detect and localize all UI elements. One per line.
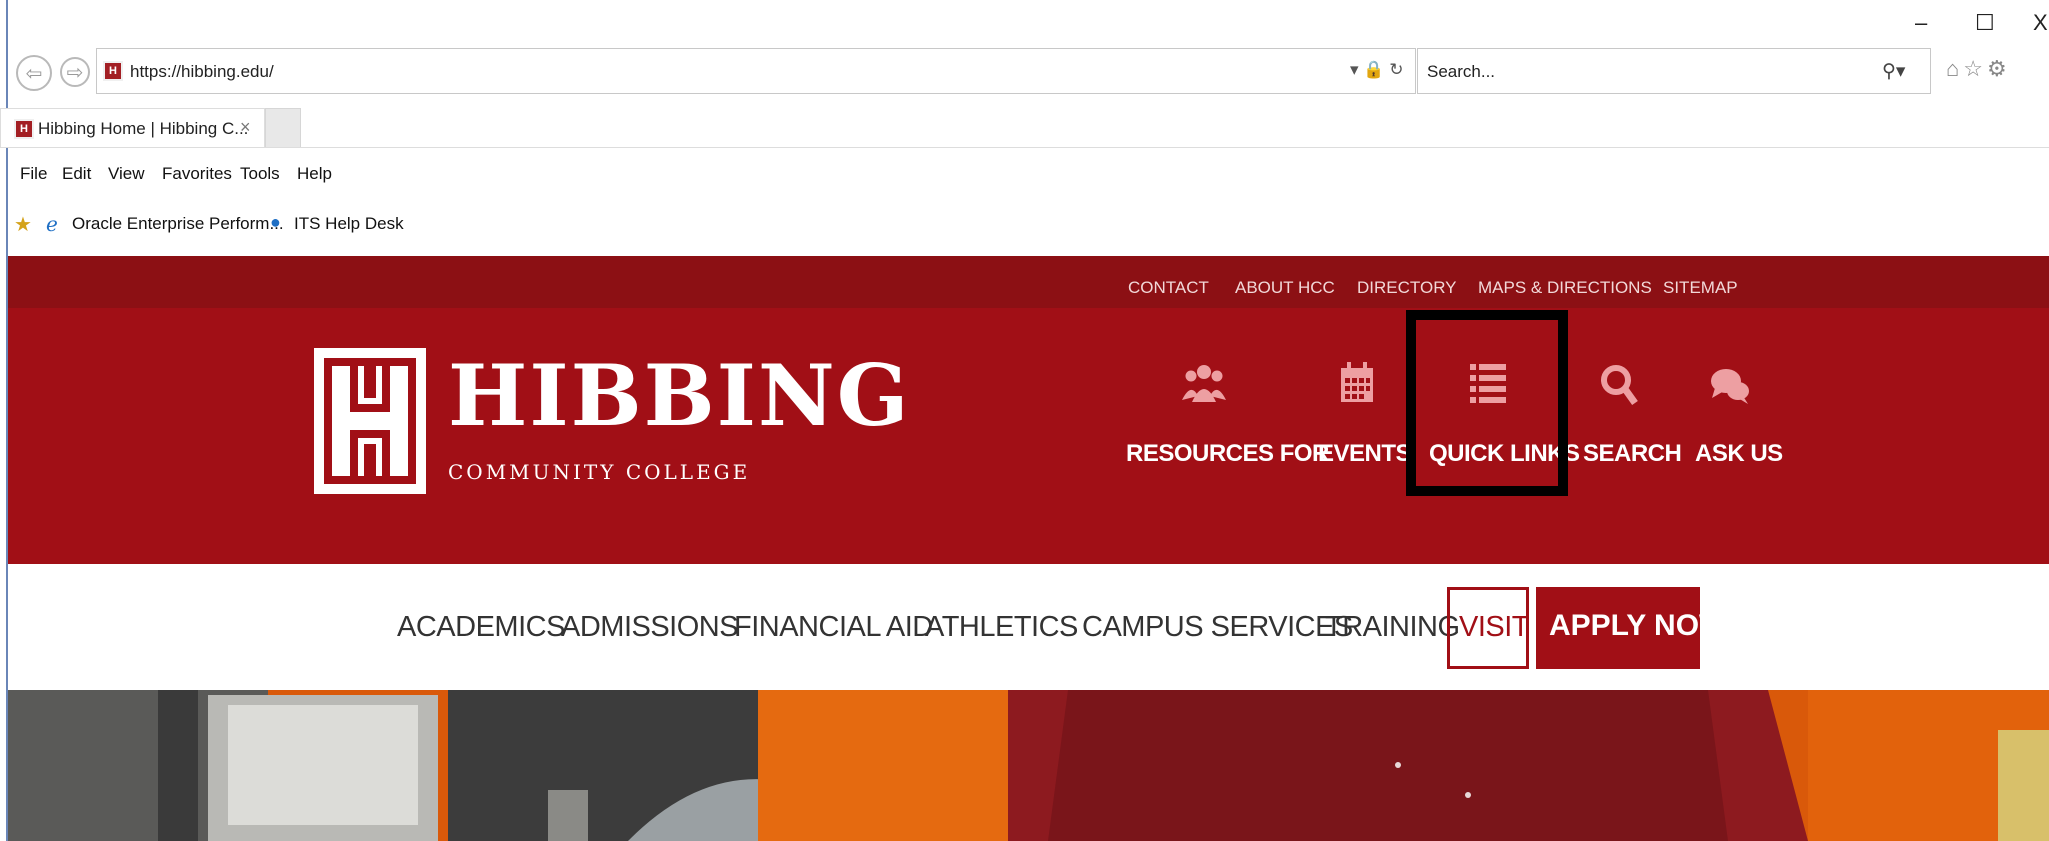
globe-icon: ● (270, 212, 281, 232)
tab-favicon-icon: H (14, 119, 34, 139)
forward-button[interactable]: ⇨ (60, 57, 90, 87)
nav-athletics[interactable]: ATHLETICS (925, 611, 1078, 644)
url-text[interactable]: https://hibbing.edu/ (130, 62, 274, 82)
dropdown-icon[interactable]: ▾ (1350, 60, 1359, 79)
users-icon[interactable] (1182, 362, 1226, 406)
util-link-maps[interactable]: MAPS & DIRECTIONS (1478, 278, 1652, 298)
address-bar-icons[interactable]: ▾ 🔒 ↻ (1350, 60, 1403, 80)
menu-help[interactable]: Help (297, 164, 332, 184)
favorite-its-helpdesk-link[interactable]: ITS Help Desk (294, 214, 404, 234)
maximize-button[interactable]: ☐ (1975, 10, 1995, 36)
tab-title[interactable]: Hibbing Home | Hibbing C... (38, 119, 248, 139)
tab-close-icon[interactable]: × (240, 117, 251, 138)
logo-wordmark[interactable]: HIBBING (448, 346, 910, 445)
quick-links-highlight-box (1406, 310, 1568, 496)
back-arrow-icon: ⇦ (25, 62, 43, 85)
menu-tools[interactable]: Tools (240, 164, 280, 184)
quicknav-resources-for[interactable]: RESOURCES FOR (1126, 440, 1329, 468)
favorites-star-icon[interactable]: ★ (14, 212, 32, 237)
search-icon[interactable] (1600, 364, 1638, 406)
toolbar-icons[interactable]: ⌂☆⚙ (1946, 56, 2011, 82)
close-window-button[interactable]: X (2033, 10, 2048, 36)
apply-now-label[interactable]: APPLY NOW (1549, 609, 1727, 643)
chat-icon[interactable] (1710, 366, 1750, 406)
forward-arrow-icon: ⇨ (66, 61, 84, 84)
util-link-about[interactable]: ABOUT HCC (1235, 278, 1335, 298)
calendar-icon[interactable] (1340, 362, 1374, 404)
favorites-star-icon[interactable]: ☆ (1963, 56, 1987, 81)
nav-admissions[interactable]: ADMISSIONS (561, 611, 739, 644)
menu-edit[interactable]: Edit (62, 164, 91, 184)
nav-training[interactable]: TRAINING (1325, 611, 1460, 644)
site-favicon-icon: H (103, 61, 123, 81)
quicknav-ask-us[interactable]: ASK US (1695, 440, 1783, 468)
util-link-directory[interactable]: DIRECTORY (1357, 278, 1457, 298)
logo-subtitle: COMMUNITY COLLEGE (448, 460, 751, 484)
visit-label[interactable]: VISIT (1459, 611, 1530, 644)
ie-page-icon: ℯ (46, 214, 58, 236)
favorite-oracle-link[interactable]: Oracle Enterprise Perform... (72, 214, 284, 234)
utility-bar (8, 256, 2049, 308)
nav-financial-aid[interactable]: FINANCIAL AID (734, 611, 933, 644)
search-icon[interactable]: ⚲▾ (1882, 60, 1905, 83)
util-link-sitemap[interactable]: SITEMAP (1663, 278, 1738, 298)
menu-favorites[interactable]: Favorites (162, 164, 232, 184)
new-tab-button[interactable] (265, 108, 301, 148)
lock-icon[interactable]: 🔒 (1363, 60, 1384, 79)
home-icon[interactable]: ⌂ (1946, 56, 1963, 81)
tab-strip-divider (0, 147, 2049, 148)
nav-academics[interactable]: ACADEMICS (397, 611, 565, 644)
quicknav-events[interactable]: EVENTS (1318, 440, 1412, 468)
util-link-contact[interactable]: CONTACT (1128, 278, 1209, 298)
menu-file[interactable]: File (20, 164, 47, 184)
search-input[interactable]: Search... (1427, 62, 1495, 82)
menu-view[interactable]: View (108, 164, 145, 184)
address-bar[interactable] (96, 48, 1416, 94)
hibbing-logo-mark[interactable] (314, 348, 426, 494)
quicknav-search[interactable]: SEARCH (1583, 440, 1682, 468)
nav-campus-services[interactable]: CAMPUS SERVICES (1082, 611, 1353, 644)
refresh-icon[interactable]: ↻ (1389, 60, 1403, 79)
back-button[interactable]: ⇦ (16, 55, 52, 91)
minimize-button[interactable]: – (1915, 10, 1927, 36)
hero-photo (8, 690, 2049, 841)
gear-icon[interactable]: ⚙ (1987, 56, 2011, 81)
